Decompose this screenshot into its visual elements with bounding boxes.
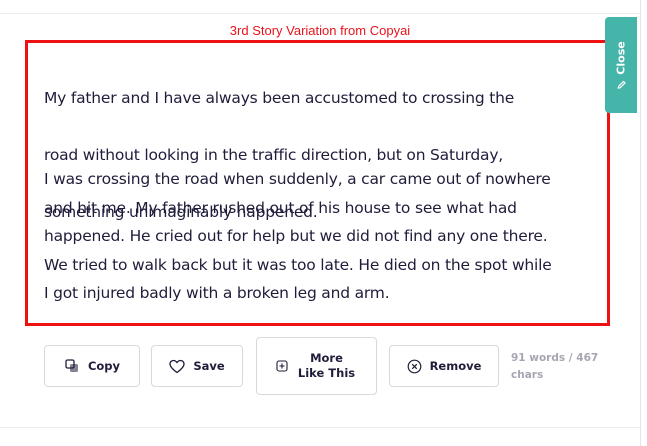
top-divider [0,13,640,14]
pencil-icon [616,79,626,89]
annotation-label: 3rd Story Variation from Copyai [229,23,411,38]
word-char-count: 91 words / 467 chars [511,352,599,381]
close-circle-icon [407,359,422,374]
remove-button[interactable]: Remove [389,345,499,387]
save-button[interactable]: Save [151,345,243,387]
page-edge-divider [640,0,641,446]
story-line: My father and I have always been accusto… [44,88,515,107]
remove-button-label: Remove [429,359,482,373]
story-paragraph-2: I was crossing the road when suddenly, a… [44,165,610,308]
copy-icon [64,358,80,374]
copy-button-label: Copy [87,359,121,373]
story-line: happened. He cried out for help but we d… [44,227,548,245]
story-line: We tried to walk back but it was too lat… [44,255,552,274]
story-line: and hit me. My father rushed out of his … [44,198,517,217]
close-tab[interactable]: Close [605,17,637,113]
heart-icon [169,359,185,374]
close-tab-label: Close [614,40,628,75]
bottom-divider [0,427,640,428]
save-button-label: Save [193,359,225,373]
more-like-this-label: More Like This [297,351,356,380]
plus-square-icon [275,360,288,372]
copy-button[interactable]: Copy [44,345,140,387]
story-line: I was crossing the road when suddenly, a… [44,170,551,188]
more-like-this-button[interactable]: More Like This [256,337,377,395]
story-line: I got injured badly with a broken leg an… [44,284,390,302]
